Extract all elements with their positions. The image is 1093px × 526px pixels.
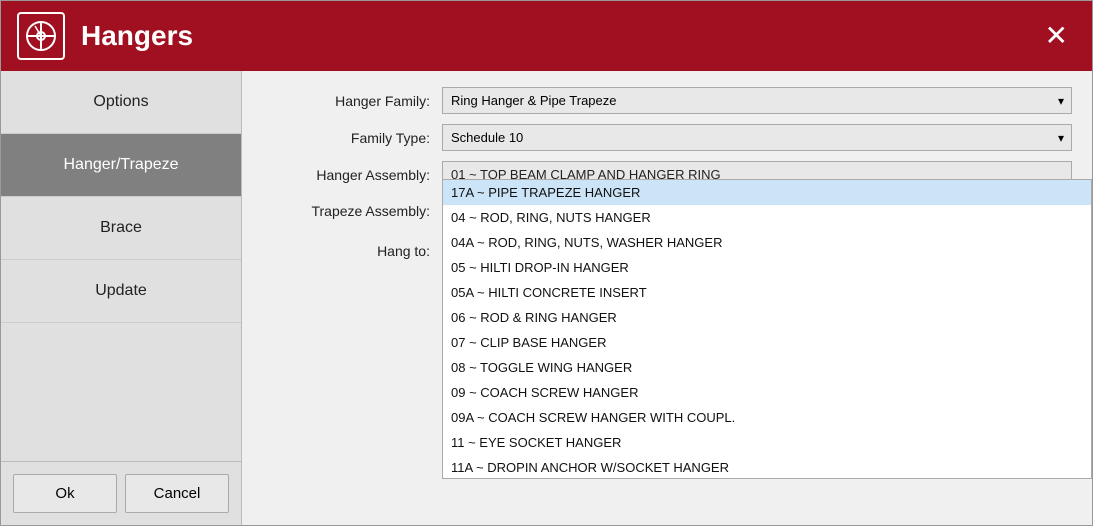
list-item[interactable]: 17A ~ PIPE TRAPEZE HANGER (443, 180, 1091, 205)
hang-to-label: Hang to: (262, 239, 442, 259)
ok-button[interactable]: Ok (13, 474, 117, 513)
list-item[interactable]: 09 ~ COACH SCREW HANGER (443, 380, 1091, 405)
sidebar-footer: Ok Cancel (1, 461, 241, 525)
hanger-assembly-label: Hanger Assembly: (262, 167, 442, 183)
app-logo (17, 12, 65, 60)
hanger-family-label: Hanger Family: (262, 93, 442, 109)
dialog-body: Options Hanger/Trapeze Brace Update Ok C… (1, 71, 1092, 525)
list-item[interactable]: 09A ~ COACH SCREW HANGER WITH COUPL. (443, 405, 1091, 430)
list-item[interactable]: 05A ~ HILTI CONCRETE INSERT (443, 280, 1091, 305)
sidebar-item-hanger-trapeze[interactable]: Hanger/Trapeze (1, 134, 241, 197)
trapeze-assembly-label: Trapeze Assembly: (262, 198, 442, 219)
cancel-button[interactable]: Cancel (125, 474, 229, 513)
list-item[interactable]: 04 ~ ROD, RING, NUTS HANGER (443, 205, 1091, 230)
close-button[interactable]: ✕ (1037, 18, 1076, 54)
sidebar-item-options[interactable]: Options (1, 71, 241, 134)
list-item[interactable]: 05 ~ HILTI DROP-IN HANGER (443, 255, 1091, 280)
list-item[interactable]: 08 ~ TOGGLE WING HANGER (443, 355, 1091, 380)
family-type-dropdown-wrapper: Schedule 10 (442, 124, 1072, 151)
trapeze-assembly-dropdown-list[interactable]: 17A ~ PIPE TRAPEZE HANGER 04 ~ ROD, RING… (442, 179, 1092, 479)
title-bar: Hangers ✕ (1, 1, 1092, 71)
sidebar: Options Hanger/Trapeze Brace Update Ok C… (1, 71, 242, 525)
hanger-family-row: Hanger Family: Ring Hanger & Pipe Trapez… (262, 87, 1072, 114)
list-item[interactable]: 11A ~ DROPIN ANCHOR W/SOCKET HANGER (443, 455, 1091, 479)
dialog-title: Hangers (81, 20, 1037, 52)
sidebar-item-brace[interactable]: Brace (1, 197, 241, 260)
family-type-row: Family Type: Schedule 10 (262, 124, 1072, 151)
list-item[interactable]: 11 ~ EYE SOCKET HANGER (443, 430, 1091, 455)
hanger-family-dropdown-wrapper: Ring Hanger & Pipe Trapeze (442, 87, 1072, 114)
list-item[interactable]: 07 ~ CLIP BASE HANGER (443, 330, 1091, 355)
family-type-dropdown[interactable]: Schedule 10 (442, 124, 1072, 151)
sidebar-item-update[interactable]: Update (1, 260, 241, 323)
hanger-family-dropdown[interactable]: Ring Hanger & Pipe Trapeze (442, 87, 1072, 114)
list-item[interactable]: 06 ~ ROD & RING HANGER (443, 305, 1091, 330)
family-type-label: Family Type: (262, 130, 442, 146)
list-item[interactable]: 04A ~ ROD, RING, NUTS, WASHER HANGER (443, 230, 1091, 255)
hangers-dialog: Hangers ✕ Options Hanger/Trapeze Brace U… (0, 0, 1093, 526)
main-content: Hanger Family: Ring Hanger & Pipe Trapez… (242, 71, 1092, 525)
